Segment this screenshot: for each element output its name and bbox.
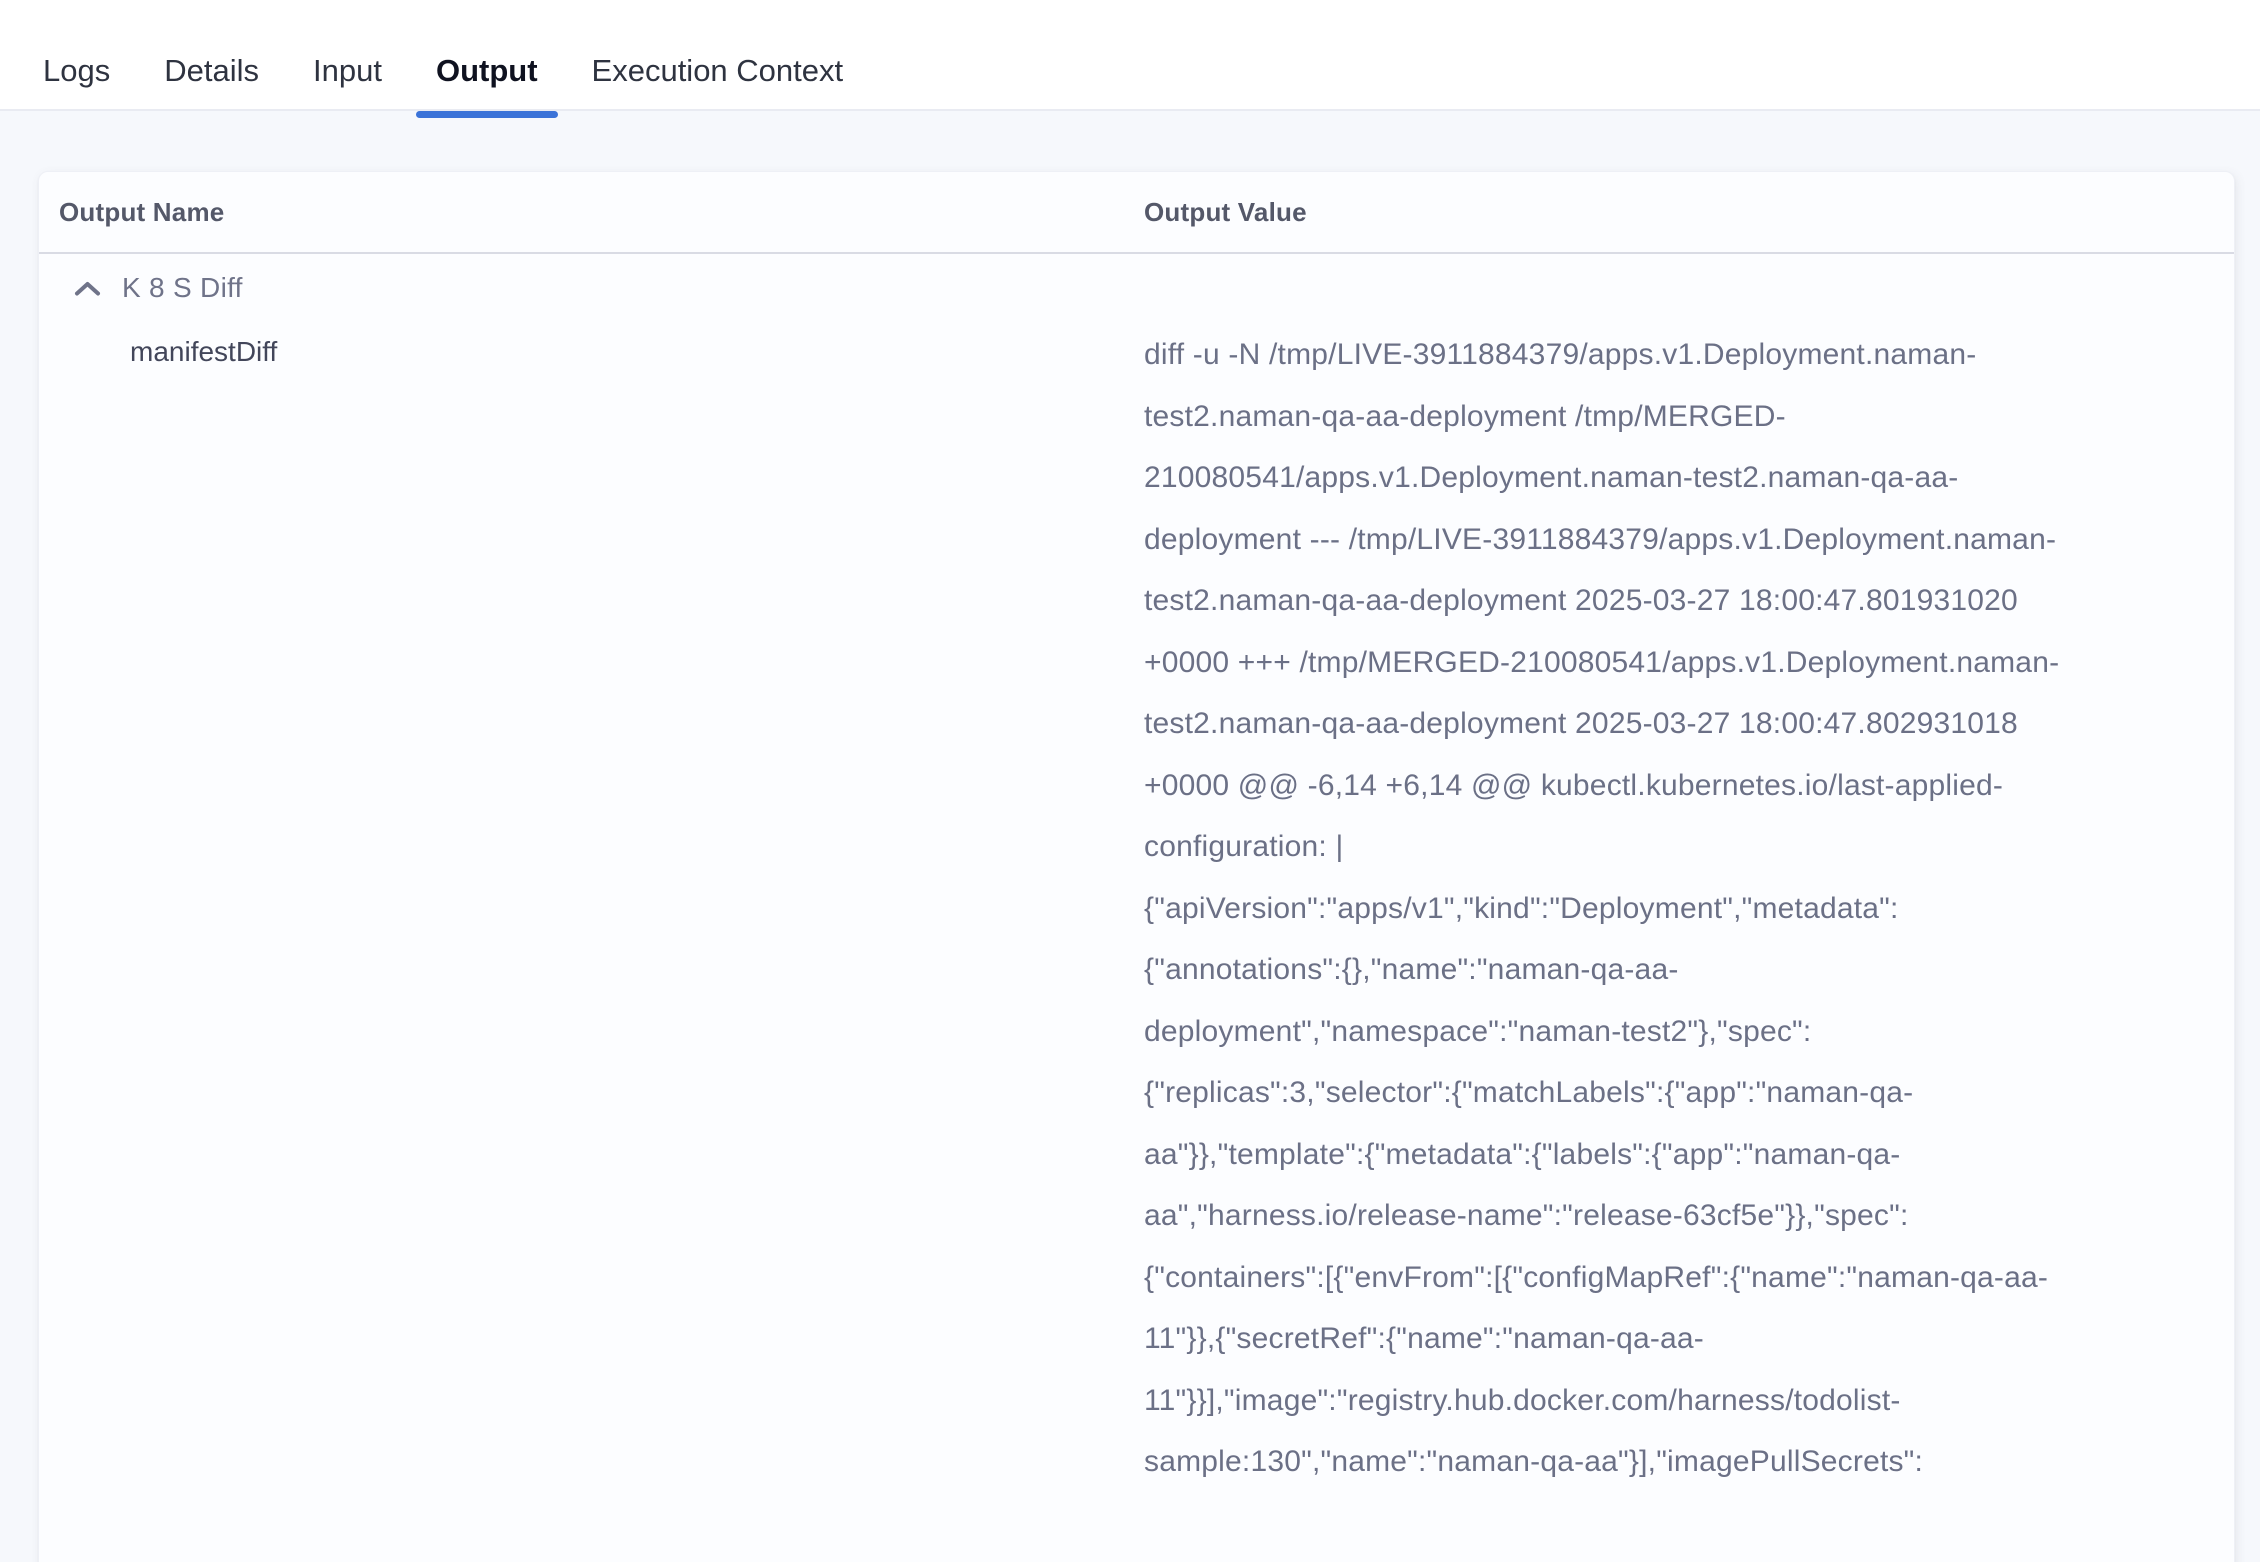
output-value-column-header: Output Value <box>1144 197 2234 228</box>
tab-execution-context[interactable]: Execution Context <box>572 0 864 109</box>
output-name-manifestdiff: manifestDiff <box>39 324 1144 1493</box>
output-group-k8s-diff[interactable]: K 8 S Diff <box>39 268 2234 308</box>
tab-logs[interactable]: Logs <box>23 0 130 109</box>
output-tab-panel: Output Name Output Value K 8 S Diff mani… <box>0 111 2260 1560</box>
tab-details[interactable]: Details <box>144 0 279 109</box>
tab-input[interactable]: Input <box>293 0 402 109</box>
step-details-tabbar: Logs Details Input Output Execution Cont… <box>0 0 2260 111</box>
output-group-label: K 8 S Diff <box>122 272 243 304</box>
table-row: manifestDiff diff -u -N /tmp/LIVE-391188… <box>39 324 2234 1493</box>
output-table-header: Output Name Output Value <box>39 172 2234 254</box>
chevron-up-icon[interactable] <box>74 280 101 297</box>
output-name-column-header: Output Name <box>39 197 1144 228</box>
tab-output[interactable]: Output <box>416 0 558 109</box>
output-value-manifestdiff: diff -u -N /tmp/LIVE-3911884379/apps.v1.… <box>1144 324 2061 1493</box>
output-table-card: Output Name Output Value K 8 S Diff mani… <box>38 171 2235 1562</box>
